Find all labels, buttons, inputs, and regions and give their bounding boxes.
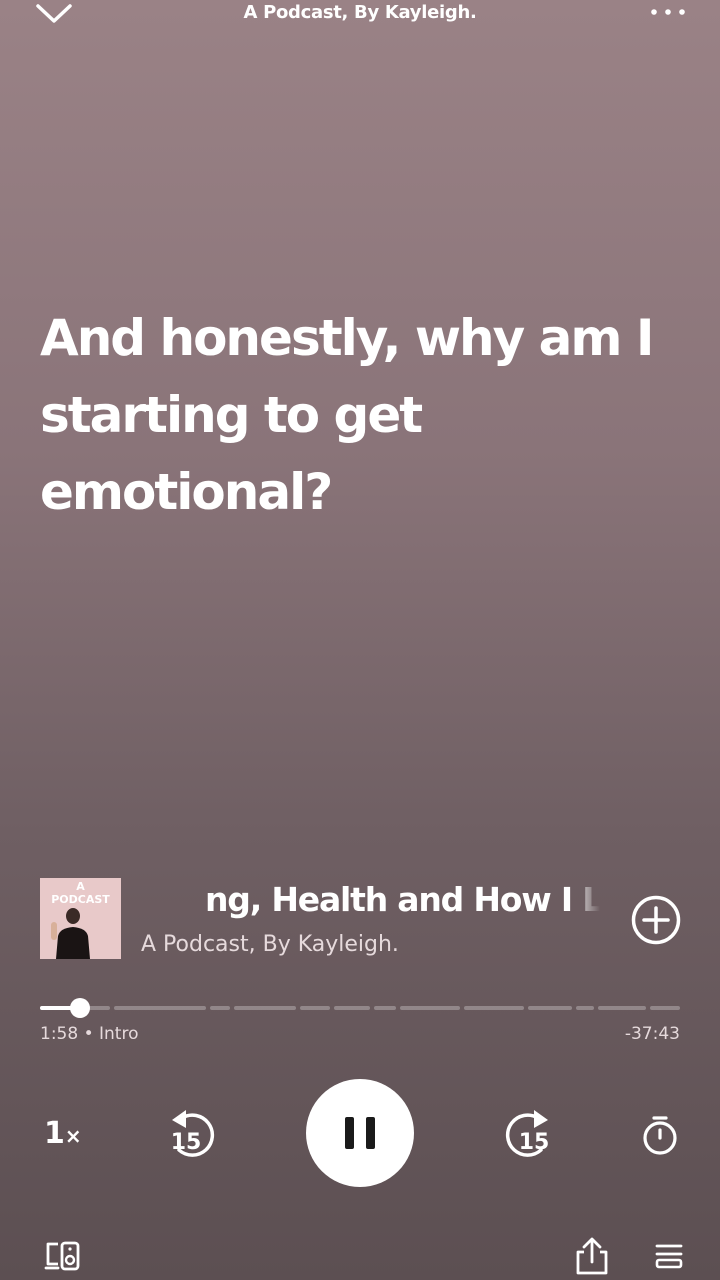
pause-button[interactable] [306,1079,414,1187]
svg-text:15: 15 [171,1130,202,1155]
forward-15-icon[interactable]: 15 [500,1104,556,1160]
add-circle-icon[interactable] [630,894,682,946]
sleep-timer-icon[interactable] [640,1114,680,1156]
chapter-segment [464,1006,524,1010]
chapter-segment [300,1006,330,1010]
chapter-segment [210,1006,230,1010]
transcript-text: And honestly, why am I starting to get e… [40,300,660,531]
progress-scrubber-knob[interactable] [70,998,90,1018]
chapter-segment [528,1006,572,1010]
remaining-time: -37:43 [624,1024,680,1044]
transcript-line: starting to get [40,386,423,444]
episode-cover-art[interactable]: A PODCAST [40,878,121,959]
queue-icon[interactable] [654,1240,684,1270]
progress-bar[interactable] [40,998,680,1018]
more-options-icon[interactable] [650,4,686,20]
pause-icon [345,1117,375,1149]
top-bar: A Podcast, By Kayleigh. [0,0,720,30]
transcript-line: And honestly, why am I [40,309,655,367]
connect-devices-icon[interactable] [44,1238,84,1274]
chapter-segment [114,1006,206,1010]
chapter-segment [650,1006,680,1010]
chapter-segment [334,1006,370,1010]
share-icon[interactable] [574,1236,610,1276]
svg-text:15: 15 [519,1130,550,1155]
chapter-segment [400,1006,460,1010]
elapsed-time-chapter: 1:58 • Intro [40,1024,139,1044]
cover-label: A PODCAST [51,880,110,906]
show-title: A Podcast, By Kayleigh. [243,2,477,23]
chapter-segment [598,1006,646,1010]
episode-info: A PODCAST ng, Health and How I Lost m A … [40,878,682,960]
transcript-line: emotional? [40,463,333,521]
rewind-15-icon[interactable]: 15 [164,1104,220,1160]
episode-show-name[interactable]: A Podcast, By Kayleigh. [141,932,399,957]
chapter-segment [374,1006,396,1010]
cover-person-image [51,908,90,959]
playback-speed-button[interactable]: 1× [44,1116,82,1151]
chapter-segment [576,1006,594,1010]
episode-title: ng, Health and How I Lost m [205,880,600,919]
episode-title-marquee[interactable]: ng, Health and How I Lost m [130,880,600,924]
chapter-segment [234,1006,296,1010]
